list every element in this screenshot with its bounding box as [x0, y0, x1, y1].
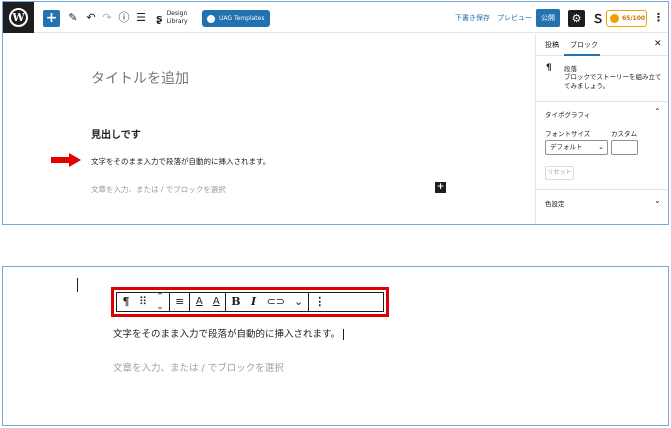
text-caret	[343, 329, 345, 340]
block-card: ¶ 段落 ブロックでストーリーを組み立ててみましょう。	[536, 56, 668, 102]
chevron-down-icon[interactable]: ⌄	[654, 196, 661, 205]
seo-score-value: 65/100	[622, 15, 646, 22]
color-settings-panel: 色設定 ⌄	[536, 190, 668, 214]
color-settings-title[interactable]: 色設定	[545, 198, 565, 208]
block-description: ブロックでストーリーを組み立ててみましょう。	[564, 73, 662, 90]
uag-icon	[207, 14, 215, 23]
more-options-icon[interactable]: ⋮	[653, 11, 664, 24]
post-title-input[interactable]: タイトルを追加	[91, 68, 189, 88]
chevron-down-icon: ⌄	[598, 143, 604, 151]
design-library-line1: Design	[166, 10, 188, 17]
add-block-button[interactable]: +	[43, 10, 60, 27]
wordpress-logo-icon[interactable]: W	[3, 2, 34, 33]
block-toolbar-group-align: ≡	[170, 293, 191, 311]
redo-icon[interactable]: ↷	[100, 11, 114, 25]
paragraph-type-icon[interactable]: ¶	[122, 295, 130, 309]
align-icon[interactable]: ≡	[175, 295, 184, 309]
preview-link[interactable]: プレビュー	[497, 13, 532, 23]
text-cursor	[77, 278, 78, 292]
paragraph-block[interactable]: 文字をそのまま入力で段落が自動的に挿入されます。	[113, 326, 345, 340]
score-circle-icon	[610, 14, 619, 23]
italic-icon[interactable]: I	[250, 295, 258, 309]
sidebar-tabs: 投稿 ブロック ✕	[536, 34, 668, 56]
design-library-button[interactable]: ʂ Design Library	[156, 8, 188, 28]
more-formats-chevron-icon[interactable]: ⌄	[294, 295, 303, 309]
reset-button[interactable]: リセット	[545, 166, 574, 180]
save-draft-link[interactable]: 下書き保存	[455, 13, 490, 23]
heading-block[interactable]: 見出しです	[91, 126, 141, 141]
link-icon[interactable]: ⊂⊃	[267, 295, 285, 309]
seo-plugin-icon[interactable]: Ｓ	[592, 10, 604, 27]
pencil-tools-icon[interactable]: ✎	[66, 11, 80, 25]
chevron-up-icon[interactable]: ⌃	[654, 107, 661, 116]
paragraph-icon: ¶	[546, 63, 552, 73]
close-icon[interactable]: ✕	[654, 39, 662, 49]
settings-sidebar: 投稿 ブロック ✕ ¶ 段落 ブロックでストーリーを組み立ててみましょう。 タイ…	[535, 34, 668, 224]
settings-gear-icon[interactable]: ⚙	[568, 10, 585, 27]
block-toolbar-group-color: A A	[190, 293, 227, 311]
tab-post[interactable]: 投稿	[545, 40, 559, 50]
block-toolbar-group-format: B I ⊂⊃ ⌄	[226, 293, 310, 311]
font-size-value: デフォルト	[550, 143, 583, 151]
block-name: 段落	[564, 65, 577, 73]
uag-templates-button[interactable]: UAG Templates	[202, 10, 270, 27]
editor-canvas: タイトルを追加 見出しです 文字をそのまま入力で段落が自動的に挿入されます。 文…	[3, 34, 534, 224]
editor-screenshot-full: W + ✎ ↶ ↷ ⓘ ☰ ʂ Design Library UAG Templ…	[2, 1, 669, 225]
highlight-color-icon[interactable]: A	[212, 295, 220, 309]
text-color-icon[interactable]: A	[195, 295, 203, 309]
custom-size-input[interactable]	[611, 140, 638, 155]
paragraph-text: 文字をそのまま入力で段落が自動的に挿入されます。	[113, 329, 341, 340]
inline-add-block-icon[interactable]: +	[435, 182, 446, 193]
block-placeholder[interactable]: 文章を入力、または / でブロックを選択	[91, 184, 226, 195]
block-toolbar-group-type: ¶ ⠿ ⌃ ⌄	[117, 292, 171, 312]
block-toolbar-group-options: ⋮	[309, 293, 330, 311]
publish-button[interactable]: 公開	[536, 9, 560, 27]
move-up-down-icon[interactable]: ⌃ ⌄	[156, 292, 164, 312]
font-size-select[interactable]: デフォルト ⌄	[545, 140, 608, 155]
typography-title[interactable]: タイポグラフィ	[545, 109, 590, 119]
block-toolbar: ¶ ⠿ ⌃ ⌄ ≡ A A B I ⊂⊃ ⌄ ⋮	[116, 292, 384, 312]
custom-size-label: カスタム	[611, 130, 637, 138]
font-size-label: フォントサイズ	[545, 130, 591, 138]
block-placeholder[interactable]: 文章を入力、または / でブロックを選択	[113, 360, 284, 374]
block-options-icon[interactable]: ⋮	[314, 295, 325, 309]
block-toolbar-highlight: ¶ ⠿ ⌃ ⌄ ≡ A A B I ⊂⊃ ⌄ ⋮	[111, 287, 389, 317]
tab-block[interactable]: ブロック	[570, 40, 598, 50]
undo-icon[interactable]: ↶	[84, 11, 98, 25]
list-view-icon[interactable]: ☰	[134, 11, 148, 25]
design-library-line2: Library	[166, 18, 188, 25]
paragraph-block[interactable]: 文字をそのまま入力で段落が自動的に挿入されます。	[91, 156, 270, 167]
editor-top-toolbar: W + ✎ ↶ ↷ ⓘ ☰ ʂ Design Library UAG Templ…	[3, 2, 668, 33]
drag-handle-icon[interactable]: ⠿	[139, 295, 147, 309]
design-library-icon: ʂ	[156, 11, 163, 25]
bold-icon[interactable]: B	[231, 295, 240, 309]
uag-templates-label: UAG Templates	[219, 15, 265, 22]
red-arrow-icon	[51, 153, 81, 167]
seo-score-badge[interactable]: 65/100	[606, 10, 647, 27]
typography-panel: タイポグラフィ ⌃ フォントサイズ カスタム デフォルト ⌄ リセット	[536, 102, 668, 190]
block-toolbar-screenshot: ¶ ⠿ ⌃ ⌄ ≡ A A B I ⊂⊃ ⌄ ⋮ 文字をそのまま入力で段落が自動的…	[2, 266, 669, 426]
info-icon[interactable]: ⓘ	[117, 11, 131, 25]
